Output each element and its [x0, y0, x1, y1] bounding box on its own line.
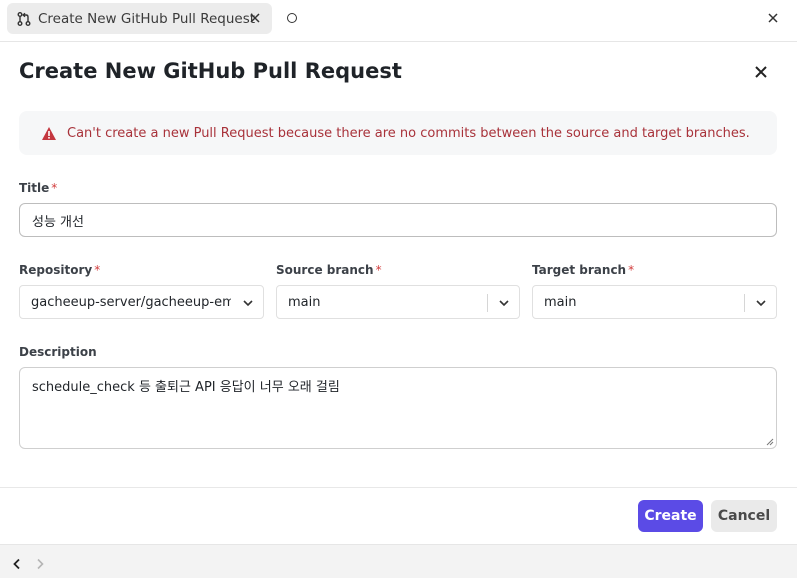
- required-mark: *: [375, 263, 382, 277]
- git-pull-request-icon: [17, 11, 31, 26]
- description-label: Description: [19, 345, 97, 359]
- select-divider: [487, 294, 488, 312]
- required-mark: *: [51, 181, 58, 195]
- create-button[interactable]: Create: [638, 500, 703, 532]
- unsaved-dot-icon[interactable]: [287, 13, 297, 23]
- source-branch-label: Source branch *: [276, 263, 382, 277]
- repository-label-text: Repository: [19, 263, 93, 277]
- description-label-text: Description: [19, 345, 97, 359]
- source-branch-label-text: Source branch: [276, 263, 374, 277]
- chevron-down-icon: [499, 300, 509, 307]
- dialog-close-icon[interactable]: [753, 64, 769, 80]
- repository-select[interactable]: gacheeup-server/gacheeup-emp: [19, 285, 264, 319]
- close-icon[interactable]: [766, 11, 780, 25]
- select-divider: [744, 294, 745, 312]
- resize-handle-icon[interactable]: [766, 438, 774, 446]
- source-branch-value: main: [288, 295, 321, 310]
- chevron-left-icon[interactable]: [11, 558, 23, 570]
- title-input[interactable]: 성능 개선: [19, 203, 777, 237]
- tab-bar: Create New GitHub Pull Request: [0, 0, 797, 42]
- chevron-down-icon: [243, 300, 253, 307]
- source-branch-select[interactable]: main: [276, 285, 520, 319]
- target-branch-label-text: Target branch: [532, 263, 627, 277]
- alert-message: Can't create a new Pull Request because …: [67, 125, 750, 141]
- tab-create-pull-request[interactable]: Create New GitHub Pull Request: [7, 3, 272, 34]
- title-label: Title *: [19, 181, 57, 195]
- repository-value: gacheeup-server/gacheeup-emp: [31, 295, 231, 310]
- target-branch-value: main: [544, 295, 577, 310]
- description-value: schedule_check 등 출퇴근 API 응답이 너무 오래 걸림: [32, 380, 340, 395]
- footer-divider: [0, 487, 797, 488]
- required-mark: *: [94, 263, 101, 277]
- description-textarea[interactable]: schedule_check 등 출퇴근 API 응답이 너무 오래 걸림: [19, 367, 777, 449]
- tab-label: Create New GitHub Pull Request: [38, 10, 256, 27]
- chevron-right-icon[interactable]: [34, 558, 46, 570]
- tab-close-icon[interactable]: [247, 10, 263, 26]
- target-branch-label: Target branch *: [532, 263, 634, 277]
- dialog-title: Create New GitHub Pull Request: [19, 59, 402, 83]
- chevron-down-icon: [756, 300, 766, 307]
- repository-label: Repository *: [19, 263, 100, 277]
- cancel-button[interactable]: Cancel: [711, 500, 777, 532]
- title-input-value: 성능 개선: [32, 214, 84, 230]
- error-alert: Can't create a new Pull Request because …: [19, 111, 777, 155]
- bottom-nav-bar: [0, 544, 797, 578]
- target-branch-select[interactable]: main: [532, 285, 777, 319]
- required-mark: *: [628, 263, 635, 277]
- title-label-text: Title: [19, 181, 50, 195]
- warning-icon: [42, 126, 56, 140]
